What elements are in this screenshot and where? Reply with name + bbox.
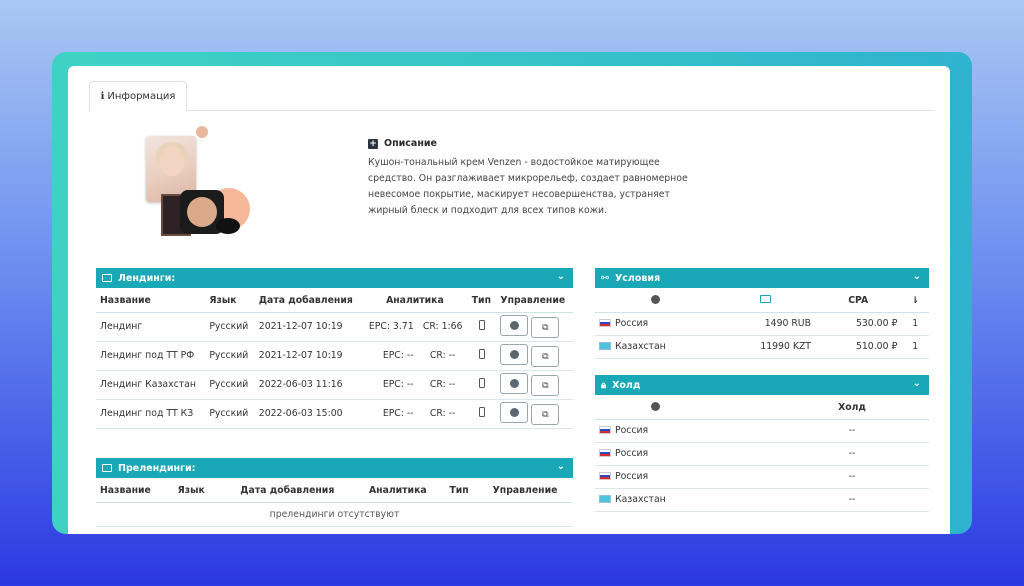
preview-button[interactable] — [500, 314, 529, 336]
prelandings-table: Название Язык Дата добавления Аналитика … — [96, 480, 573, 527]
plus-icon: + — [368, 138, 378, 149]
hold-table: Холд Россия -- Россия -- Россия -- Казах… — [595, 397, 929, 512]
table-row: Россия 1490 RUB 530.00 ₽ 1 — [595, 312, 929, 336]
description-block: + Описание Кушон-тональный крем Venzen -… — [368, 138, 708, 219]
phone-icon — [479, 320, 486, 330]
table-row: Лендинг под ТТ КЗ Русский 2022-06-03 15:… — [96, 399, 573, 429]
russia-flag-icon — [599, 472, 611, 480]
preview-button[interactable] — [500, 372, 529, 394]
table-row: Лендинг Казахстан Русский 2022-06-03 11:… — [96, 370, 573, 400]
copy-button[interactable]: ⧉ — [531, 375, 560, 397]
window-icon — [102, 274, 112, 282]
table-row: Казахстан 11990 KZT 510.00 ₽ 1 — [595, 335, 929, 359]
chevron-down-icon[interactable]: ⌄ — [557, 461, 565, 472]
money-icon — [759, 295, 771, 304]
table-row: Россия -- — [595, 442, 929, 466]
phone-icon — [479, 407, 486, 417]
chevron-down-icon[interactable]: ⌄ — [913, 271, 921, 282]
table-row: Россия -- — [595, 419, 929, 443]
lock-icon: 🔒︎ — [601, 379, 607, 391]
table-row: Лендинг под ТТ РФ Русский 2021-12-07 10:… — [96, 341, 573, 371]
windows-icon — [102, 464, 112, 472]
product-image — [128, 126, 250, 244]
preview-button[interactable] — [500, 343, 529, 365]
tab-info-label: Информация — [107, 91, 176, 102]
globe-icon — [650, 294, 660, 304]
preview-button[interactable] — [500, 401, 529, 423]
conditions-table: CPA ⇂ Россия 1490 RUB 530.00 ₽ 1 Казахст… — [595, 290, 929, 359]
chevron-down-icon[interactable]: ⌄ — [913, 378, 921, 389]
table-row: Лендинг Русский 2021-12-07 10:19 EPC: 3.… — [96, 312, 573, 342]
handshake-icon: ⚯ — [601, 272, 609, 284]
phone-icon — [479, 349, 486, 359]
landings-header[interactable]: Лендинги: ⌄ — [96, 268, 573, 288]
leads-icon: ⇂ — [901, 290, 929, 313]
globe-icon — [650, 401, 660, 411]
kazakhstan-flag-icon — [599, 342, 611, 350]
content-panel: ℹ Информация + Описание Кушон-тональный … — [68, 66, 950, 534]
table-row: Россия -- — [595, 465, 929, 489]
chevron-down-icon[interactable]: ⌄ — [557, 271, 565, 282]
description-title[interactable]: + Описание — [368, 138, 708, 149]
prelandings-header[interactable]: Прелендинги: ⌄ — [96, 458, 573, 478]
landings-table: Название Язык Дата добавления Аналитика … — [96, 290, 573, 429]
tab-bar: ℹ Информация — [89, 81, 934, 112]
table-row: Казахстан -- — [595, 488, 929, 512]
info-icon: ℹ — [100, 91, 105, 102]
hold-header[interactable]: 🔒︎ Холд ⌄ — [595, 375, 929, 395]
russia-flag-icon — [599, 449, 611, 457]
kazakhstan-flag-icon — [599, 495, 611, 503]
window-frame: ℹ Информация + Описание Кушон-тональный … — [52, 52, 972, 534]
tab-info[interactable]: ℹ Информация — [89, 81, 187, 112]
description-text: Кушон-тональный крем Venzen - водостойко… — [368, 157, 688, 216]
empty-message: прелендинги отсутствуют — [96, 502, 573, 527]
copy-button[interactable]: ⧉ — [531, 404, 560, 426]
conditions-header[interactable]: ⚯ Условия ⌄ — [595, 268, 929, 288]
russia-flag-icon — [599, 319, 611, 327]
copy-button[interactable]: ⧉ — [531, 346, 560, 368]
russia-flag-icon — [599, 426, 611, 434]
copy-button[interactable]: ⧉ — [531, 317, 560, 339]
phone-icon — [479, 378, 486, 388]
